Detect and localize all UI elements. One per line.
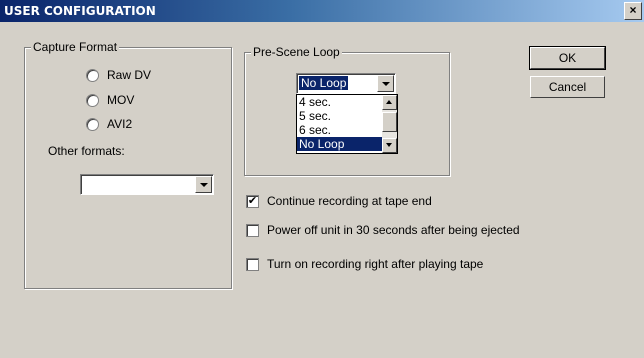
- turn-on-recording-label: Turn on recording right after playing ta…: [267, 257, 484, 271]
- capture-format-legend: Capture Format: [31, 40, 120, 54]
- radio-icon: [86, 93, 99, 107]
- radio-mov[interactable]: MOV: [86, 93, 134, 107]
- pre-scene-loop-value: No Loop: [297, 75, 350, 91]
- checkmark-icon: ✔: [246, 194, 259, 208]
- close-button[interactable]: ×: [624, 2, 642, 20]
- other-formats-value: [83, 177, 87, 191]
- checkbox-icon: [246, 257, 259, 271]
- radio-mov-label: MOV: [107, 93, 135, 107]
- title-bar: USER CONFIGURATION ×: [0, 0, 644, 22]
- radio-icon: [86, 117, 99, 131]
- radio-raw-dv-label: Raw DV: [107, 68, 152, 82]
- chevron-down-icon[interactable]: [377, 75, 394, 92]
- cancel-button[interactable]: Cancel: [530, 76, 605, 98]
- scroll-up-icon[interactable]: [382, 95, 397, 110]
- other-formats-dropdown[interactable]: [80, 174, 214, 195]
- scroll-thumb[interactable]: [382, 112, 397, 132]
- pre-scene-loop-legend: Pre-Scene Loop: [251, 45, 342, 59]
- power-off-checkbox[interactable]: Power off unit in 30 seconds after being…: [246, 223, 520, 237]
- pre-scene-loop-list[interactable]: 4 sec. 5 sec. 6 sec. No Loop: [296, 94, 398, 154]
- power-off-label: Power off unit in 30 seconds after being…: [267, 223, 520, 237]
- chevron-down-icon[interactable]: [195, 176, 212, 193]
- scroll-down-icon[interactable]: [382, 138, 397, 153]
- radio-avi2[interactable]: AVI2: [86, 117, 132, 131]
- capture-format-group: Capture Format: [24, 40, 232, 289]
- close-icon: ×: [629, 3, 637, 17]
- continue-recording-checkbox[interactable]: ✔ Continue recording at tape end: [246, 194, 432, 208]
- radio-avi2-label: AVI2: [107, 117, 133, 131]
- list-scrollbar[interactable]: [382, 95, 397, 153]
- window-title: USER CONFIGURATION: [4, 4, 156, 18]
- radio-raw-dv[interactable]: Raw DV: [86, 68, 151, 82]
- other-formats-label: Other formats:: [48, 144, 125, 158]
- pre-scene-loop-dropdown[interactable]: No Loop: [296, 73, 396, 94]
- ok-button[interactable]: OK: [529, 46, 606, 70]
- radio-icon: [86, 68, 99, 82]
- turn-on-recording-checkbox[interactable]: Turn on recording right after playing ta…: [246, 257, 483, 271]
- continue-recording-label: Continue recording at tape end: [267, 194, 432, 208]
- checkbox-icon: [246, 223, 259, 237]
